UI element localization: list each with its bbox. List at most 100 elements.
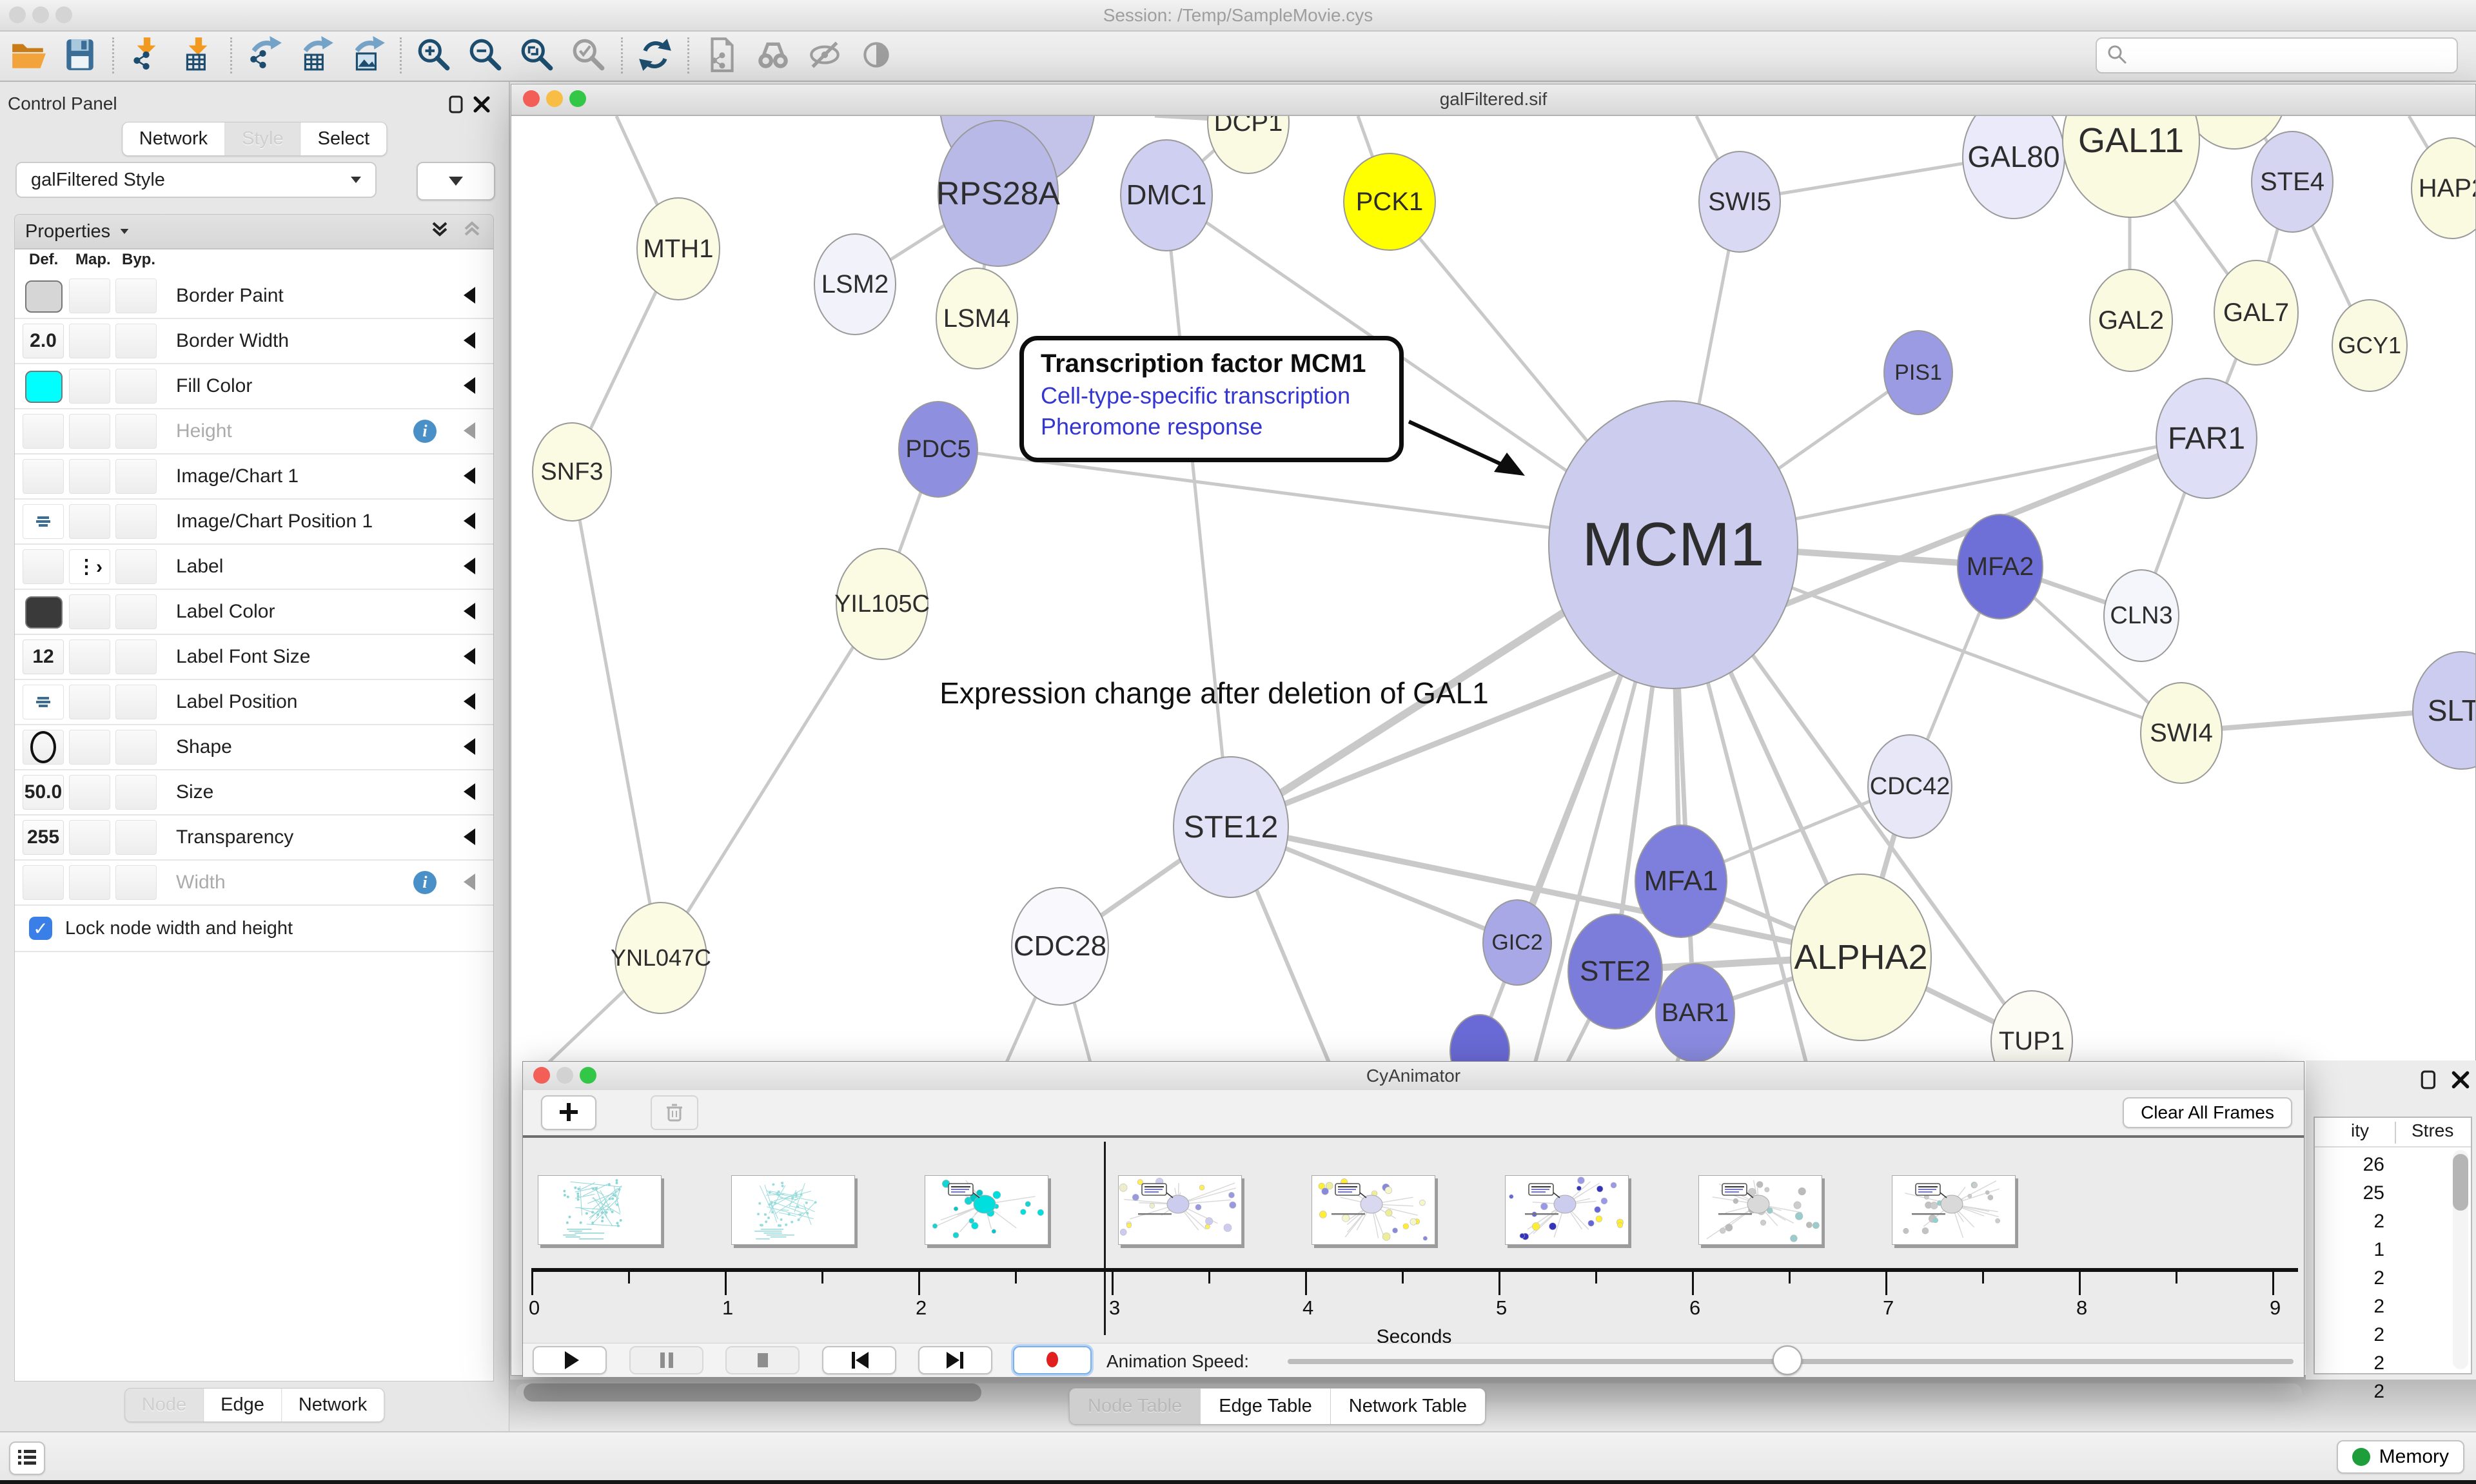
table-cell-value[interactable]: 2 bbox=[2320, 1381, 2384, 1403]
network-node-rps28a[interactable]: RPS28A bbox=[938, 120, 1059, 267]
network-node-pdc5[interactable]: PDC5 bbox=[898, 401, 978, 498]
table-cell-value[interactable]: 1 bbox=[2320, 1239, 2384, 1261]
discrete-mapping-icon[interactable]: ⋮› bbox=[69, 549, 110, 584]
expand-arrow-icon[interactable] bbox=[464, 603, 475, 620]
cyanimator-timeline[interactable]: 0123456789 Seconds bbox=[523, 1140, 2304, 1343]
style-options-button[interactable] bbox=[417, 162, 495, 200]
default-value-swatch[interactable] bbox=[25, 371, 63, 403]
delete-frame-button[interactable] bbox=[651, 1095, 698, 1130]
column-divider[interactable] bbox=[2395, 1122, 2396, 1144]
bypass-cell[interactable] bbox=[115, 639, 157, 674]
expand-arrow-icon[interactable] bbox=[464, 828, 475, 845]
default-value-cell[interactable] bbox=[23, 459, 64, 494]
mapping-cell[interactable] bbox=[69, 504, 110, 539]
bypass-cell[interactable] bbox=[115, 775, 157, 810]
property-row-width[interactable]: Widthi bbox=[15, 861, 493, 906]
frame-thumbnail-7[interactable] bbox=[1892, 1175, 2016, 1245]
annotation-link[interactable]: Cell-type-specific transcription bbox=[1041, 382, 1382, 409]
bypass-cell[interactable] bbox=[115, 324, 157, 358]
clear-all-frames-button[interactable]: Clear All Frames bbox=[2123, 1097, 2292, 1128]
bypass-cell[interactable] bbox=[115, 594, 157, 629]
tab-edge[interactable]: Edge bbox=[204, 1389, 282, 1421]
mapping-cell[interactable] bbox=[69, 414, 110, 449]
network-node-bar1[interactable]: BAR1 bbox=[1655, 963, 1735, 1061]
expand-all-icon[interactable] bbox=[429, 218, 451, 245]
network-node-mth1[interactable]: MTH1 bbox=[636, 197, 720, 300]
float-panel-icon[interactable] bbox=[2419, 1069, 2440, 1093]
network-node-mfa1[interactable]: MFA1 bbox=[1635, 825, 1727, 938]
table-column-header[interactable]: ity bbox=[2351, 1120, 2369, 1141]
frame-thumbnail-2[interactable] bbox=[925, 1175, 1048, 1245]
bypass-cell[interactable] bbox=[115, 820, 157, 855]
mapping-cell[interactable] bbox=[69, 685, 110, 719]
mapping-cell[interactable] bbox=[69, 639, 110, 674]
network-node-lsm2[interactable]: LSM2 bbox=[814, 233, 896, 335]
bypass-cell[interactable] bbox=[115, 730, 157, 765]
property-row-image-chart-position-1[interactable]: Image/Chart Position 1 bbox=[15, 500, 493, 545]
mapping-cell[interactable] bbox=[69, 278, 110, 313]
network-node-gal7[interactable]: GAL7 bbox=[2214, 260, 2299, 366]
expand-arrow-icon[interactable] bbox=[464, 693, 475, 710]
network-node-gic2[interactable]: GIC2 bbox=[1482, 899, 1552, 986]
default-value-cell[interactable] bbox=[23, 549, 64, 584]
bypass-cell[interactable] bbox=[115, 278, 157, 313]
expand-arrow-icon[interactable] bbox=[464, 738, 475, 755]
save-session-button[interactable] bbox=[54, 34, 106, 77]
search-network-button[interactable] bbox=[747, 34, 799, 77]
expand-arrow-icon[interactable] bbox=[464, 332, 475, 349]
tab-network-table[interactable]: Network Table bbox=[1331, 1389, 1485, 1424]
zoom-out-button[interactable] bbox=[460, 34, 511, 77]
default-value[interactable]: 2.0 bbox=[23, 324, 64, 358]
bypass-cell[interactable] bbox=[115, 549, 157, 584]
expand-arrow-icon[interactable] bbox=[464, 558, 475, 574]
import-network-button[interactable] bbox=[121, 34, 172, 77]
play-button[interactable] bbox=[533, 1346, 607, 1374]
expand-arrow-icon[interactable] bbox=[464, 377, 475, 394]
close-panel-icon[interactable] bbox=[2450, 1069, 2471, 1093]
mapping-cell[interactable] bbox=[69, 369, 110, 404]
add-frame-button[interactable] bbox=[541, 1095, 596, 1130]
network-node-far1[interactable]: FAR1 bbox=[2156, 378, 2257, 499]
search-field[interactable] bbox=[2096, 37, 2458, 73]
table-cell-value[interactable]: 26 bbox=[2320, 1154, 2384, 1176]
property-row-label-position[interactable]: Label Position bbox=[15, 680, 493, 725]
network-node-ynl047c[interactable]: YNL047C bbox=[614, 902, 707, 1014]
network-node-cln3[interactable]: CLN3 bbox=[2103, 569, 2179, 662]
collapse-all-icon[interactable] bbox=[461, 218, 483, 245]
expand-arrow-icon[interactable] bbox=[464, 513, 475, 529]
property-row-label-font-size[interactable]: 12Label Font Size bbox=[15, 635, 493, 680]
frame-thumbnail-4[interactable] bbox=[1312, 1175, 1435, 1245]
default-value[interactable]: 12 bbox=[23, 639, 64, 674]
mapping-cell[interactable] bbox=[69, 820, 110, 855]
tab-style[interactable]: Style bbox=[225, 122, 300, 155]
skip-to-start-button[interactable] bbox=[822, 1346, 896, 1374]
property-row-fill-color[interactable]: Fill Color bbox=[15, 364, 493, 409]
expand-arrow-icon[interactable] bbox=[464, 783, 475, 800]
network-node-ste4[interactable]: STE4 bbox=[2251, 131, 2334, 233]
mapping-cell[interactable] bbox=[69, 324, 110, 358]
mapping-cell[interactable] bbox=[69, 775, 110, 810]
import-table-button[interactable] bbox=[172, 34, 224, 77]
tab-node[interactable]: Node bbox=[125, 1389, 204, 1421]
memory-status-button[interactable]: Memory bbox=[2337, 1440, 2464, 1474]
position-icon[interactable] bbox=[23, 504, 64, 539]
property-row-image-chart-1[interactable]: Image/Chart 1 bbox=[15, 454, 493, 500]
horizontal-scrollbar-thumb[interactable] bbox=[524, 1383, 981, 1401]
network-canvas[interactable]: Expression change after deletion of GAL1… bbox=[511, 116, 2475, 1061]
mapping-cell[interactable] bbox=[69, 730, 110, 765]
canvas-annotation-text[interactable]: Expression change after deletion of GAL1 bbox=[892, 676, 1537, 710]
network-file-button[interactable] bbox=[696, 34, 747, 77]
mapping-cell[interactable] bbox=[69, 459, 110, 494]
frame-thumbnail-5[interactable] bbox=[1505, 1175, 1629, 1245]
expand-arrow-icon[interactable] bbox=[464, 648, 475, 665]
network-node-pck1[interactable]: PCK1 bbox=[1343, 153, 1436, 251]
info-icon[interactable]: i bbox=[413, 871, 437, 894]
properties-header[interactable]: Properties bbox=[14, 214, 494, 249]
property-row-shape[interactable]: Shape bbox=[15, 725, 493, 770]
animation-speed-slider-thumb[interactable] bbox=[1773, 1345, 1802, 1375]
table-cell-value[interactable]: 2 bbox=[2320, 1211, 2384, 1233]
default-value-cell[interactable] bbox=[23, 865, 64, 900]
close-panel-icon[interactable] bbox=[472, 95, 491, 117]
network-node-mfa2[interactable]: MFA2 bbox=[1957, 514, 2043, 620]
expand-arrow-icon[interactable] bbox=[464, 422, 475, 439]
